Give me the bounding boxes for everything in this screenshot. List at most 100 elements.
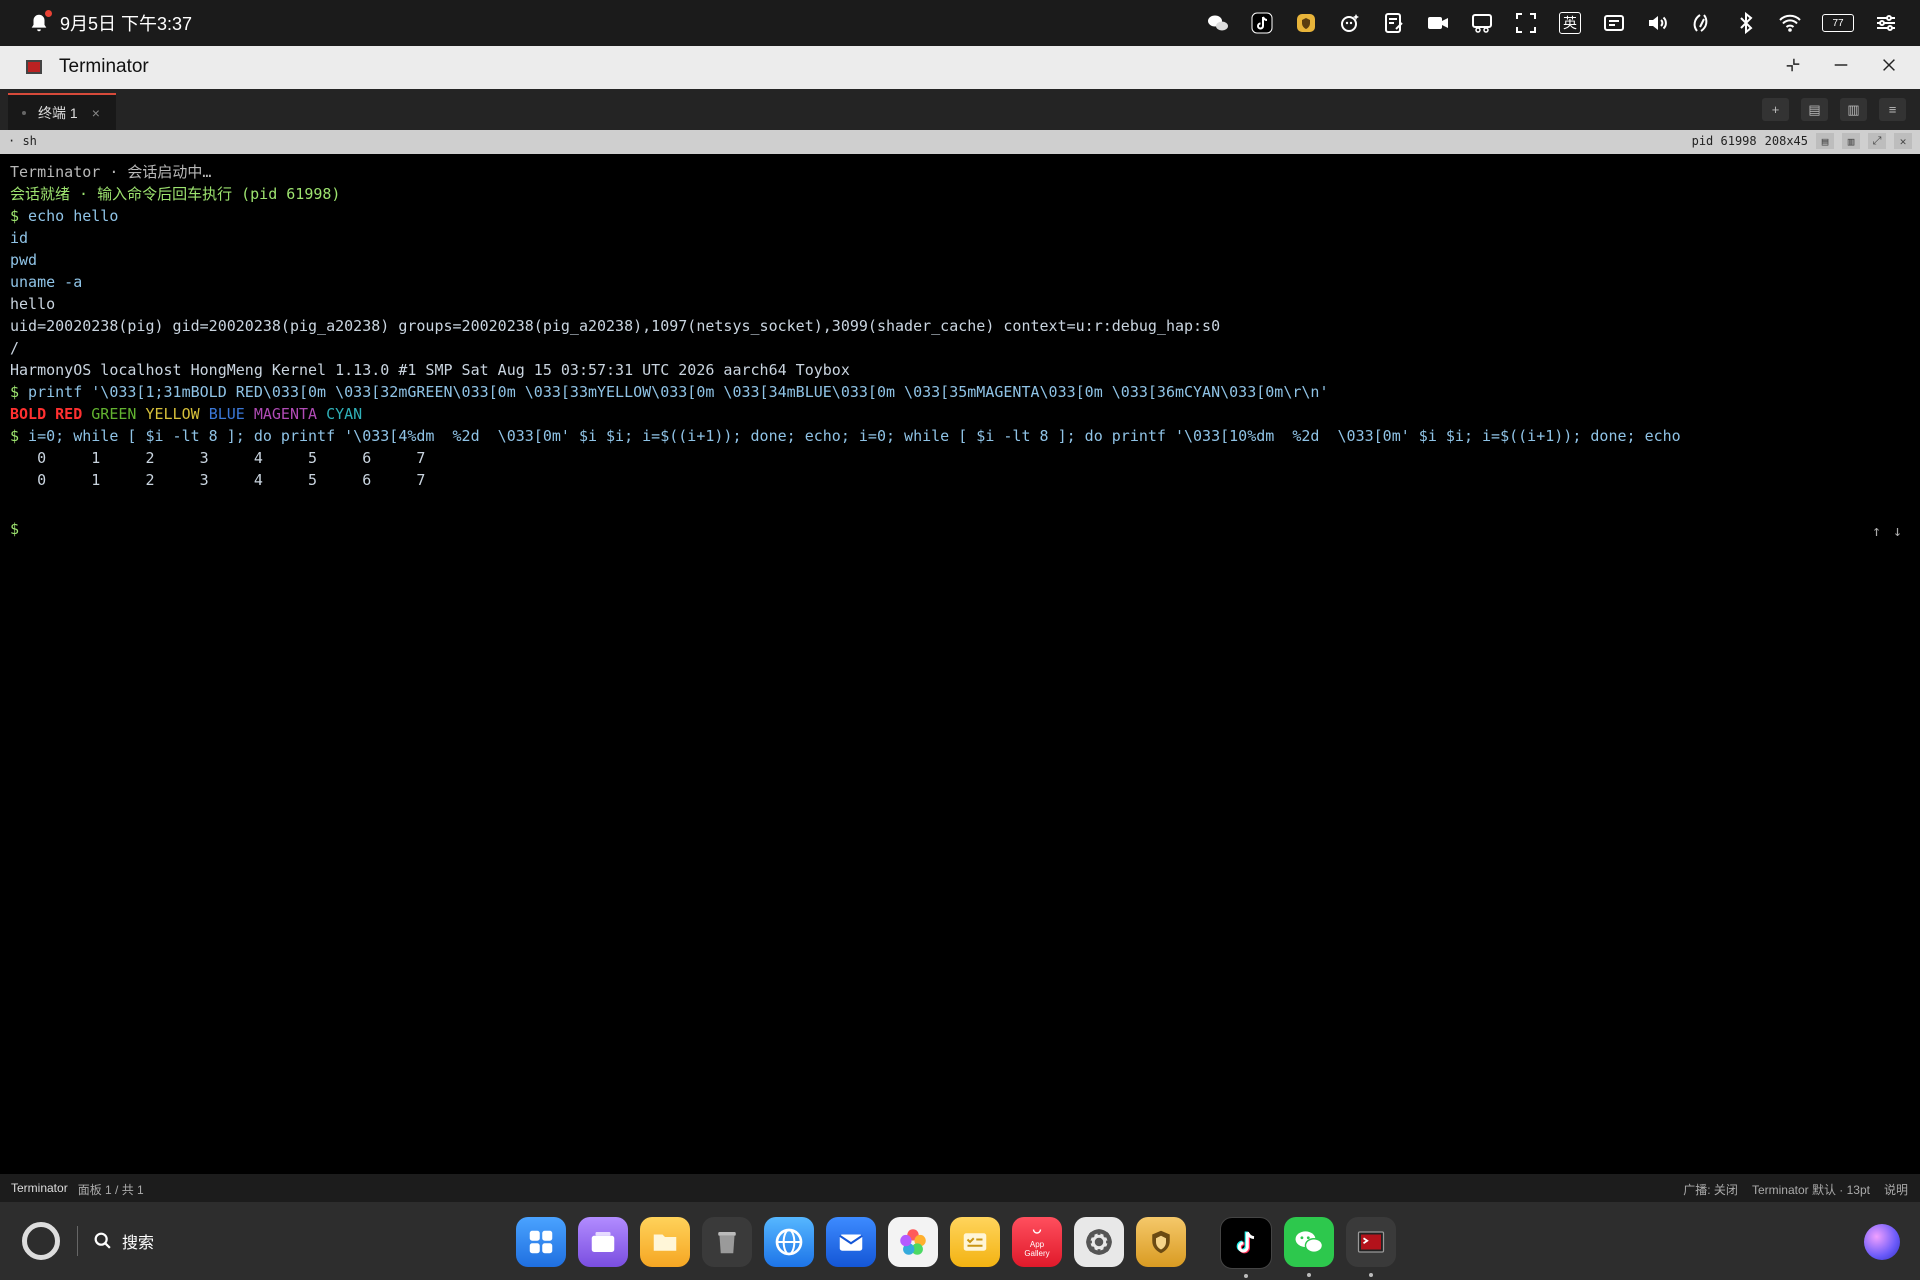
wifi-icon[interactable] [1776, 9, 1804, 37]
minimize-window-icon[interactable] [1832, 56, 1850, 80]
window-title: Terminator [59, 56, 149, 77]
dock-app-photos[interactable] [888, 1217, 938, 1267]
terminal-line: Terminator · 会话启动中… [10, 163, 212, 181]
terminator-icon [1357, 1231, 1385, 1253]
battery-icon[interactable]: 77 [1820, 9, 1856, 37]
terminal-input-line[interactable]: $ [10, 519, 19, 539]
color-sample-green: GREEN [91, 405, 137, 423]
search-label: 搜索 [122, 1235, 155, 1252]
color-sample-bold-red: BOLD RED [10, 405, 83, 423]
color-sample-cyan: CYAN [326, 405, 363, 423]
pane-split-v-icon[interactable]: ▥ [1842, 133, 1860, 149]
app-gallery-label: App Gallery [1024, 1240, 1050, 1258]
dock-app-launcher[interactable] [516, 1217, 566, 1267]
terminal-status-bar: Terminator 面板 1 / 共 1 广播: 关闭 Terminator … [0, 1174, 1920, 1202]
status-broadcast[interactable]: 广播: 关闭 [1683, 1181, 1738, 1198]
bluetooth-icon[interactable] [1732, 9, 1760, 37]
split-vertical-button[interactable]: ▥ [1840, 98, 1867, 121]
running-indicator [1244, 1274, 1248, 1278]
ai-assistant-orb[interactable] [1864, 1224, 1900, 1260]
memo-status-icon[interactable] [1380, 9, 1408, 37]
status-profile[interactable]: Terminator 默认 · 13pt [1752, 1181, 1870, 1198]
shield-icon [1152, 1230, 1170, 1254]
terminal-line: uid=20020238(pig) gid=20020238(pig_a2023… [10, 317, 1221, 335]
scroll-up-icon[interactable]: ↑ [1872, 522, 1881, 540]
terminal-line: hello [10, 295, 56, 313]
control-center-icon[interactable] [1872, 9, 1900, 37]
tiktok-icon [1236, 1231, 1255, 1254]
restore-window-icon[interactable] [1784, 56, 1802, 80]
split-horizontal-button[interactable]: ▤ [1801, 98, 1828, 121]
dock-app-trash[interactable] [702, 1217, 752, 1267]
menu-button[interactable]: ≡ [1879, 98, 1906, 121]
window-title-bar[interactable]: Terminator [0, 46, 1920, 90]
folder-icon [653, 1234, 677, 1251]
security-status-icon[interactable] [1292, 9, 1320, 37]
status-pane-count: 面板 1 / 共 1 [77, 1183, 144, 1197]
dock-app-wechat[interactable] [1284, 1217, 1334, 1277]
dock-app-tiktok[interactable] [1220, 1217, 1272, 1278]
dock-app-multitask[interactable] [578, 1217, 628, 1267]
color-sample-yellow: YELLOW [145, 405, 200, 423]
command-text: printf '\033[1;31mBOLD RED\033[0m \033[3… [19, 383, 1329, 401]
tab-label: 终端 1 [38, 104, 78, 121]
dock-app-app-gallery[interactable]: App Gallery [1012, 1217, 1062, 1267]
terminal-line: $ printf '\033[1;31mBOLD RED\033[0m \033… [10, 382, 1329, 402]
notification-bell-icon[interactable] [28, 10, 52, 34]
scroll-down-icon[interactable]: ↓ [1893, 522, 1902, 540]
status-datetime: 9月5日 下午3:37 [60, 14, 193, 34]
pane-dot-icon: · [8, 134, 23, 148]
clipboard-icon[interactable] [1600, 9, 1628, 37]
terminal-line: 0 1 2 3 4 5 6 7 [10, 449, 426, 467]
dock: 搜索 App Gallery [0, 1202, 1920, 1280]
input-method-icon[interactable]: 英 [1556, 9, 1584, 37]
screen-record-icon[interactable] [1468, 9, 1496, 37]
prompt: $ [10, 383, 20, 401]
terminal-line: 0 1 2 3 4 5 6 7 [10, 471, 426, 489]
close-window-icon[interactable] [1880, 56, 1898, 80]
pane-maximize-icon[interactable]: ⤢ [1868, 133, 1886, 149]
photos-icon [900, 1229, 926, 1255]
dock-app-terminator[interactable] [1346, 1217, 1396, 1277]
volume-icon[interactable] [1644, 9, 1672, 37]
terminal-line: uname -a [10, 273, 83, 291]
wechat-status-icon[interactable] [1204, 9, 1232, 37]
dock-app-security[interactable] [1136, 1217, 1186, 1267]
mail-icon [839, 1234, 863, 1251]
tiktok-status-icon[interactable] [1248, 9, 1276, 37]
start-button[interactable] [22, 1222, 60, 1260]
notes-icon [963, 1233, 987, 1251]
prompt: $ [10, 427, 20, 445]
tab-close-icon[interactable]: × [92, 105, 100, 121]
gear-icon [1086, 1229, 1112, 1255]
new-tab-button[interactable]: + [1762, 98, 1789, 121]
search-icon [94, 1232, 111, 1249]
tab-strip: 终端 1 × + ▤ ▥ ≡ [0, 89, 1920, 130]
video-camera-icon[interactable] [1424, 9, 1452, 37]
trash-icon [718, 1232, 736, 1254]
pane-split-h-icon[interactable]: ▤ [1816, 133, 1834, 149]
dock-app-notes[interactable] [950, 1217, 1000, 1267]
tab-indicator-dot [22, 110, 26, 115]
status-app-name: Terminator [11, 1181, 68, 1195]
system-status-bar: 9月5日 下午3:37 英 77 [0, 0, 1920, 46]
terminal-output[interactable]: Terminator · 会话启动中… 会话就绪 · 输入命令后回车执行 (pi… [0, 154, 1920, 1174]
tab-terminal-1[interactable]: 终端 1 × [8, 93, 116, 130]
dock-app-files[interactable] [640, 1217, 690, 1267]
ai-assistant-status-icon[interactable] [1336, 9, 1364, 37]
dock-app-settings[interactable] [1074, 1217, 1124, 1267]
pane-pid: pid 61998 [1691, 134, 1757, 148]
dock-separator [77, 1226, 78, 1256]
dock-search-button[interactable]: 搜索 [92, 1229, 154, 1253]
terminal-line: $ i=0; while [ $i -lt 8 ]; do printf '\0… [10, 426, 1681, 446]
dock-app-mail[interactable] [826, 1217, 876, 1267]
status-help[interactable]: 说明 [1884, 1181, 1908, 1198]
running-indicator [1307, 1273, 1311, 1277]
terminal-line: id [10, 229, 29, 247]
terminal-line: $ echo hello [10, 206, 118, 226]
screenshot-icon[interactable] [1512, 9, 1540, 37]
dock-app-browser[interactable] [764, 1217, 814, 1267]
globe-icon [775, 1228, 803, 1256]
nfc-icon[interactable] [1688, 9, 1716, 37]
pane-close-icon[interactable]: ✕ [1894, 133, 1912, 149]
